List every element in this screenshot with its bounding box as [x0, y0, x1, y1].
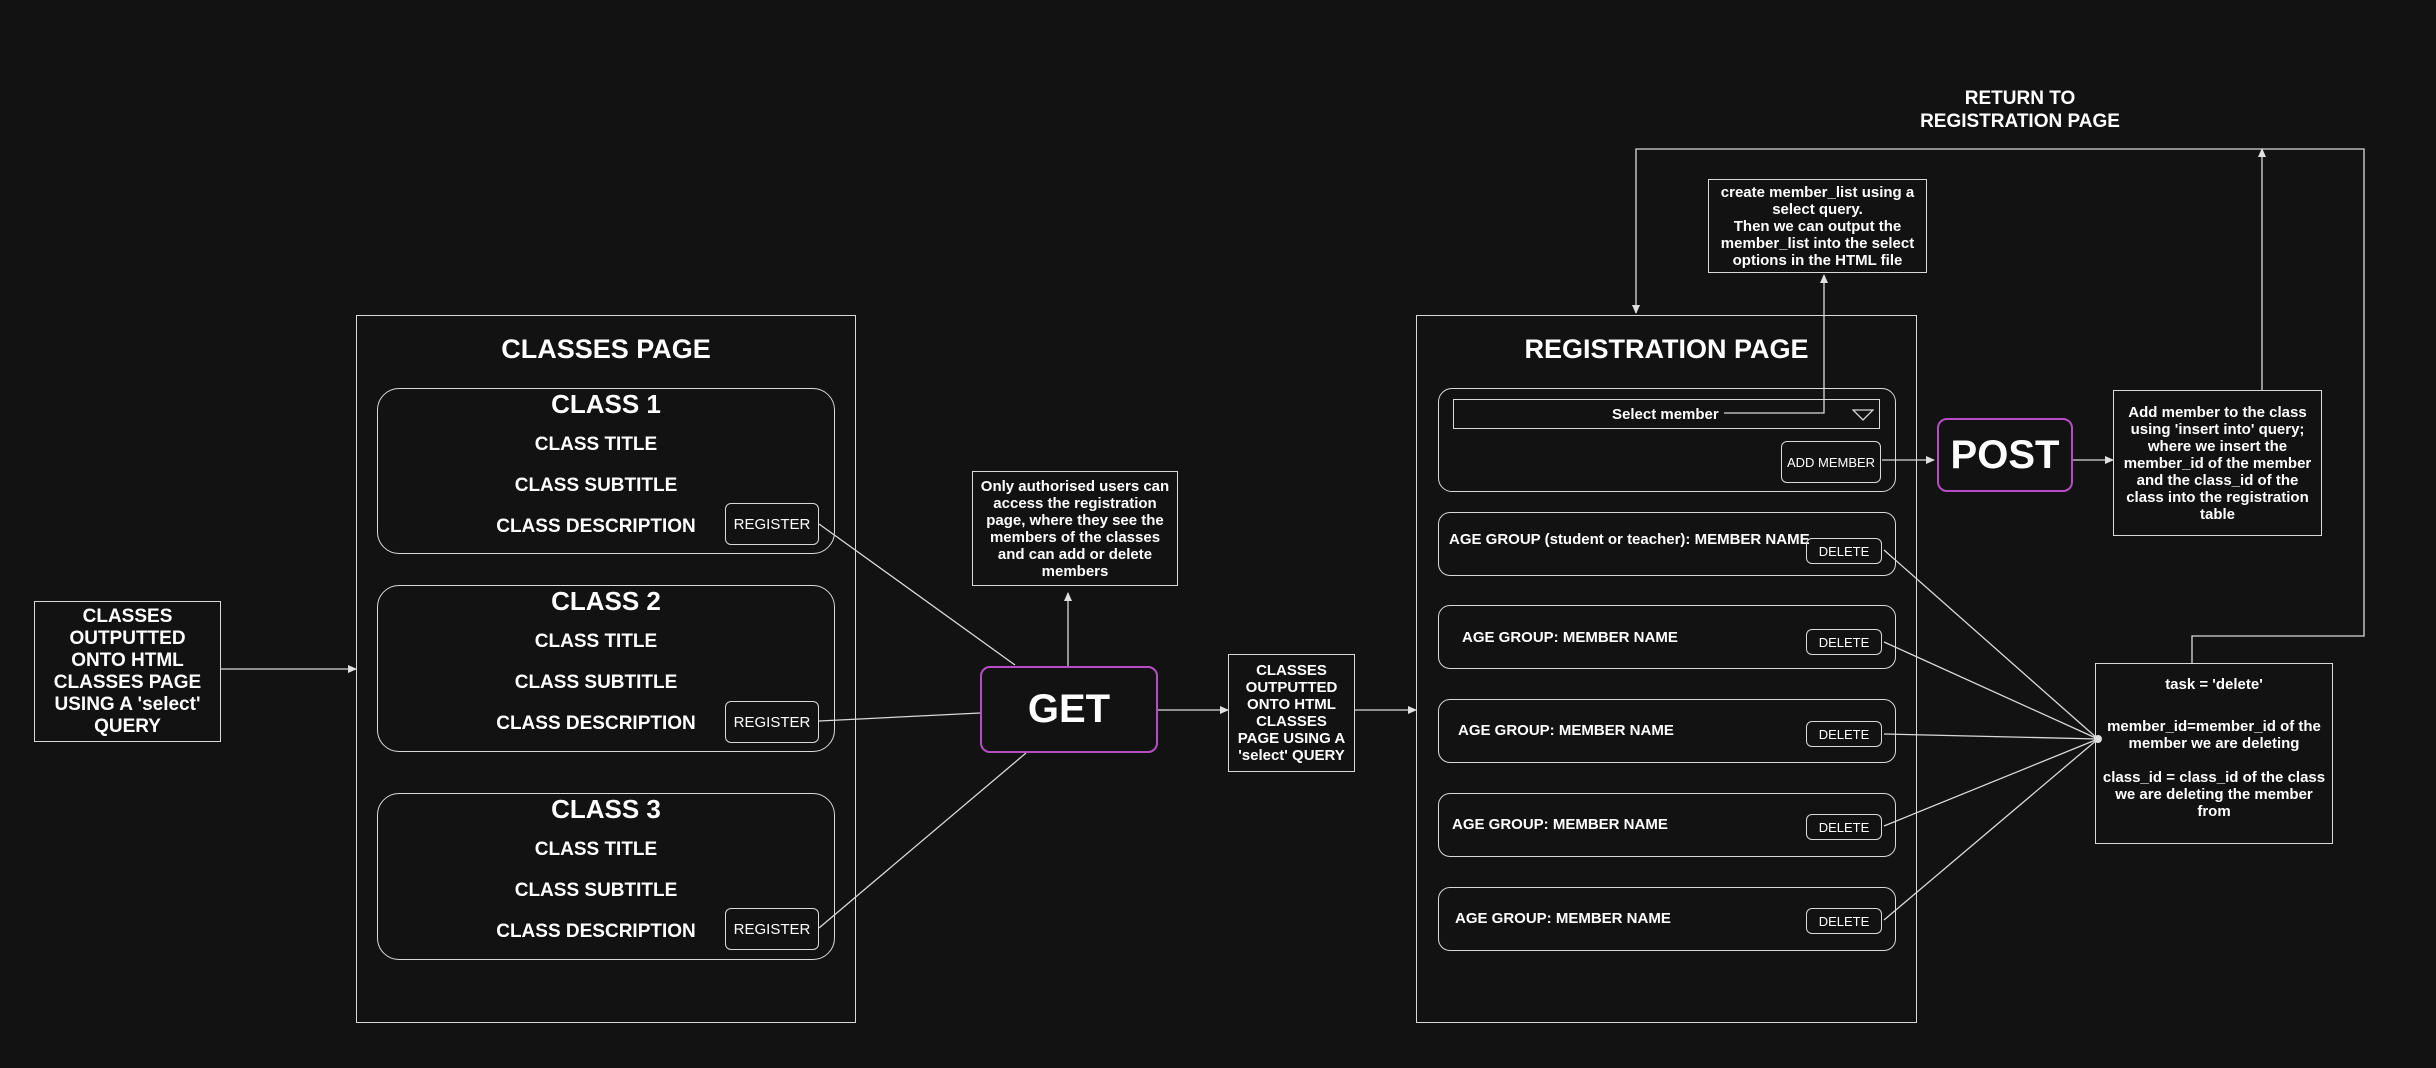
class-title: CLASS TITLE — [534, 631, 658, 652]
member-row-4: AGE GROUP: MEMBER NAME DELETE — [1438, 793, 1896, 857]
class-heading: CLASS 2 — [551, 586, 661, 616]
member-row-5: AGE GROUP: MEMBER NAME DELETE — [1438, 887, 1896, 951]
middle-note-text: CLASSES OUTPUTTED ONTO HTML CLASSES PAGE… — [1237, 662, 1346, 764]
get-node: GET — [980, 666, 1158, 753]
class-subtitle: CLASS SUBTITLE — [514, 672, 678, 693]
get-label: GET — [1027, 687, 1111, 731]
left-note: CLASSES OUTPUTTED ONTO HTML CLASSES PAGE… — [34, 601, 221, 742]
left-note-text: CLASSES OUTPUTTED ONTO HTML CLASSES PAGE… — [53, 605, 202, 737]
member-row-3: AGE GROUP: MEMBER NAME DELETE — [1438, 699, 1896, 763]
auth-note: Only authorised users can access the reg… — [972, 471, 1178, 586]
add-member-card: Select member ADD MEMBER — [1438, 388, 1896, 492]
insert-note-text: Add member to the class using 'insert in… — [2123, 403, 2312, 523]
delete-button-3[interactable]: DELETE — [1806, 721, 1882, 747]
member-row-label: AGE GROUP: MEMBER NAME — [1458, 722, 1674, 739]
delete-button-4[interactable]: DELETE — [1806, 814, 1882, 840]
chevron-down-icon — [1852, 409, 1874, 421]
delete-note-member: member_id=member_id of the member we are… — [2107, 718, 2321, 752]
member-row-1: AGE GROUP (student or teacher): MEMBER N… — [1438, 512, 1896, 576]
delete-note: task = 'delete' member_id=member_id of t… — [2095, 663, 2333, 844]
member-list-note: create member_list using a select query.… — [1708, 179, 1927, 273]
class-title: CLASS TITLE — [534, 839, 658, 860]
delete-button-5[interactable]: DELETE — [1806, 908, 1882, 934]
middle-note: CLASSES OUTPUTTED ONTO HTML CLASSES PAGE… — [1228, 654, 1355, 772]
class-card-1: CLASS 1 CLASS TITLE CLASS SUBTITLE CLASS… — [377, 388, 835, 554]
class-heading: CLASS 1 — [551, 389, 661, 419]
delete-button-2[interactable]: DELETE — [1806, 629, 1882, 655]
post-node: POST — [1937, 418, 2073, 492]
class-title: CLASS TITLE — [534, 434, 658, 455]
classes-page-title: CLASSES PAGE — [501, 334, 711, 364]
insert-note: Add member to the class using 'insert in… — [2113, 390, 2322, 536]
member-row-2: AGE GROUP: MEMBER NAME DELETE — [1438, 605, 1896, 669]
member-row-label: AGE GROUP (student or teacher): MEMBER N… — [1449, 531, 1810, 548]
class-card-3: CLASS 3 CLASS TITLE CLASS SUBTITLE CLASS… — [377, 793, 835, 960]
class-subtitle: CLASS SUBTITLE — [514, 475, 678, 496]
select-member-text: Select member — [1612, 405, 1719, 423]
delete-note-class: class_id = class_id of the class we are … — [2102, 769, 2326, 820]
register-button-1[interactable]: REGISTER — [725, 503, 819, 545]
class-card-2: CLASS 2 CLASS TITLE CLASS SUBTITLE CLASS… — [377, 585, 835, 752]
class-subtitle: CLASS SUBTITLE — [514, 880, 678, 901]
delete-note-task: task = 'delete' — [2165, 676, 2263, 693]
registration-page-title: REGISTRATION PAGE — [1524, 334, 1809, 364]
member-row-label: AGE GROUP: MEMBER NAME — [1452, 816, 1668, 833]
add-member-button[interactable]: ADD MEMBER — [1781, 441, 1881, 483]
auth-note-text: Only authorised users can access the reg… — [980, 477, 1170, 580]
return-label: RETURN TO REGISTRATION PAGE — [1880, 86, 2160, 134]
member-list-note-text: create member_list using a select query.… — [1720, 183, 1915, 269]
select-member-dropdown[interactable]: Select member — [1453, 399, 1880, 429]
member-row-label: AGE GROUP: MEMBER NAME — [1455, 910, 1671, 927]
member-row-label: AGE GROUP: MEMBER NAME — [1462, 629, 1678, 646]
return-label-text: RETURN TO REGISTRATION PAGE — [1920, 88, 2120, 132]
register-button-2[interactable]: REGISTER — [725, 701, 819, 743]
post-label: POST — [1950, 432, 2060, 477]
delete-button-1[interactable]: DELETE — [1806, 538, 1882, 564]
class-heading: CLASS 3 — [551, 794, 661, 824]
register-button-3[interactable]: REGISTER — [725, 908, 819, 950]
